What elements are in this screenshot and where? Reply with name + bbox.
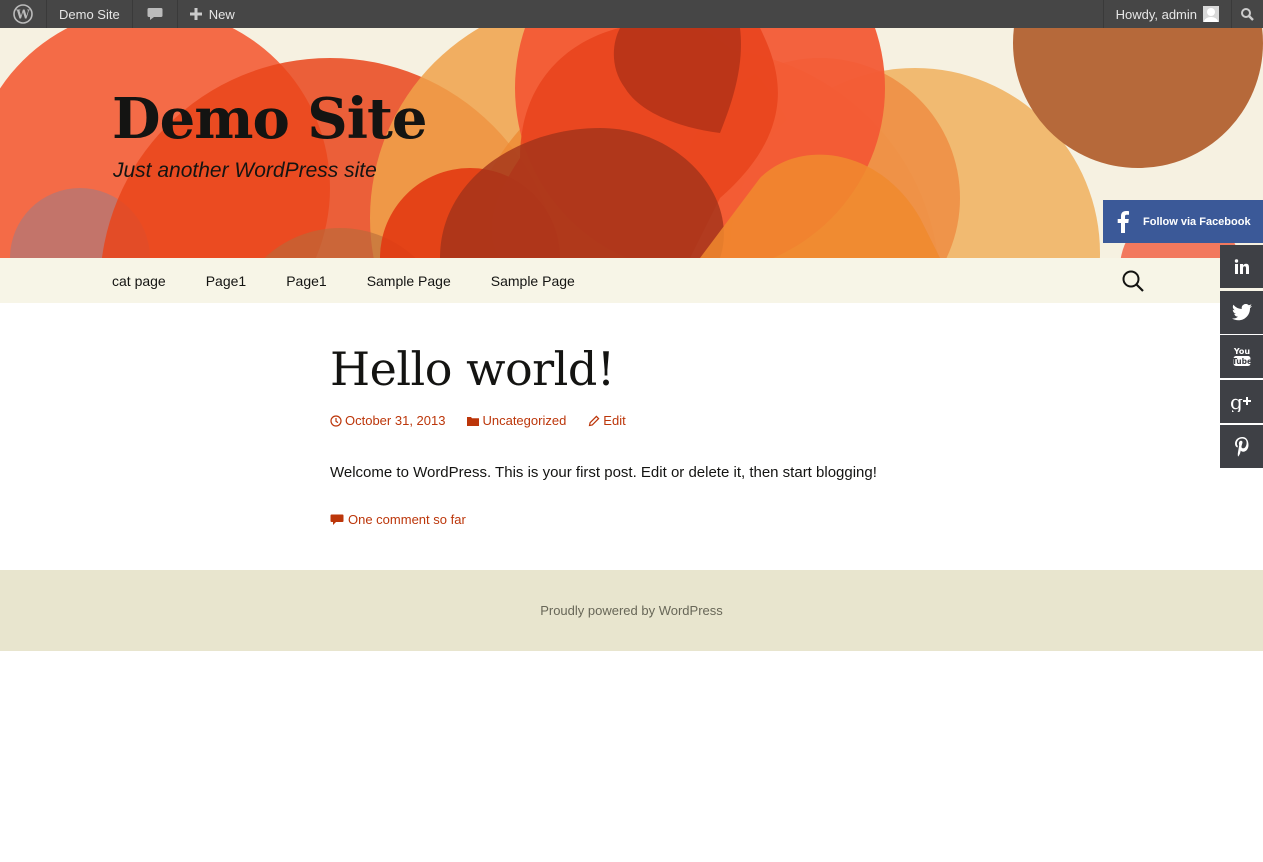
admin-greeting: Howdy, admin (1115, 6, 1197, 22)
admin-bar: W Demo Site New Howdy, admin (0, 0, 1263, 28)
twitter-button[interactable] (1220, 291, 1263, 334)
admin-search[interactable] (1231, 0, 1263, 28)
comment-bubble-icon (147, 8, 163, 20)
post-category-link[interactable]: Uncategorized (467, 413, 566, 428)
linkedin-icon (1234, 258, 1249, 274)
plus-icon (189, 8, 202, 20)
linkedin-button[interactable] (1220, 245, 1263, 288)
site-title[interactable]: Demo Site (112, 86, 428, 152)
youtube-button[interactable]: You Tube (1220, 335, 1263, 378)
svg-text:Tube: Tube (1232, 357, 1252, 366)
svg-text:W: W (15, 8, 30, 22)
main-navigation: cat page Page1 Page1 Sample Page Sample … (0, 258, 1263, 303)
google-plus-icon: g (1230, 392, 1251, 412)
svg-text:g: g (1230, 392, 1243, 412)
nav-item-page1[interactable]: Page1 (286, 273, 326, 289)
nav-search-button[interactable] (1120, 268, 1146, 294)
nav-item-cat-page[interactable]: cat page (112, 273, 166, 289)
admin-account[interactable]: Howdy, admin (1102, 0, 1231, 28)
post-content: Welcome to WordPress. This is your first… (330, 464, 877, 481)
pencil-icon (589, 415, 600, 426)
site-header: Demo Site Just another WordPress site (0, 28, 1263, 258)
facebook-icon (1117, 210, 1129, 233)
post-meta: October 31, 2013 Uncategorized Edit (330, 413, 648, 428)
folder-icon (467, 416, 480, 426)
nav-menu: cat page Page1 Page1 Sample Page Sample … (112, 258, 615, 303)
post-date-link[interactable]: October 31, 2013 (330, 413, 445, 428)
twitter-icon (1231, 304, 1252, 321)
avatar (1203, 6, 1219, 22)
site-footer: Proudly powered by WordPress (0, 570, 1263, 651)
footer-credit[interactable]: Proudly powered by WordPress (0, 603, 1263, 618)
post-date: October 31, 2013 (345, 413, 446, 428)
search-icon (1122, 270, 1144, 292)
nav-item-sample-page[interactable]: Sample Page (367, 273, 451, 289)
admin-site-name[interactable]: Demo Site (47, 0, 133, 28)
wordpress-menu[interactable]: W (0, 0, 47, 28)
admin-comments[interactable] (133, 0, 178, 28)
facebook-follow-label: Follow via Facebook (1143, 215, 1251, 228)
comment-bubble-icon (330, 514, 344, 525)
post-edit-link[interactable]: Edit (588, 413, 626, 428)
wordpress-icon: W (13, 4, 33, 24)
post-title[interactable]: Hello world! (330, 342, 615, 396)
search-icon (1241, 7, 1254, 21)
post-category: Uncategorized (482, 413, 567, 428)
post-edit-label: Edit (603, 413, 626, 428)
youtube-icon: You Tube (1232, 347, 1252, 366)
google-plus-button[interactable]: g (1220, 380, 1263, 423)
comments-link[interactable]: One comment so far (330, 512, 466, 527)
admin-new[interactable]: New (178, 0, 247, 28)
pinterest-icon (1234, 436, 1248, 456)
nav-item-page1[interactable]: Page1 (206, 273, 246, 289)
pinterest-button[interactable] (1220, 425, 1263, 468)
svg-text:You: You (1232, 347, 1250, 356)
clock-icon (330, 414, 342, 427)
site-tagline: Just another WordPress site (113, 159, 377, 182)
nav-item-sample-page[interactable]: Sample Page (491, 273, 575, 289)
facebook-follow-button[interactable]: Follow via Facebook (1103, 200, 1263, 243)
comments-link-label: One comment so far (348, 512, 466, 527)
admin-new-label: New (208, 6, 235, 22)
facebook-icon-wrap (1103, 210, 1143, 233)
